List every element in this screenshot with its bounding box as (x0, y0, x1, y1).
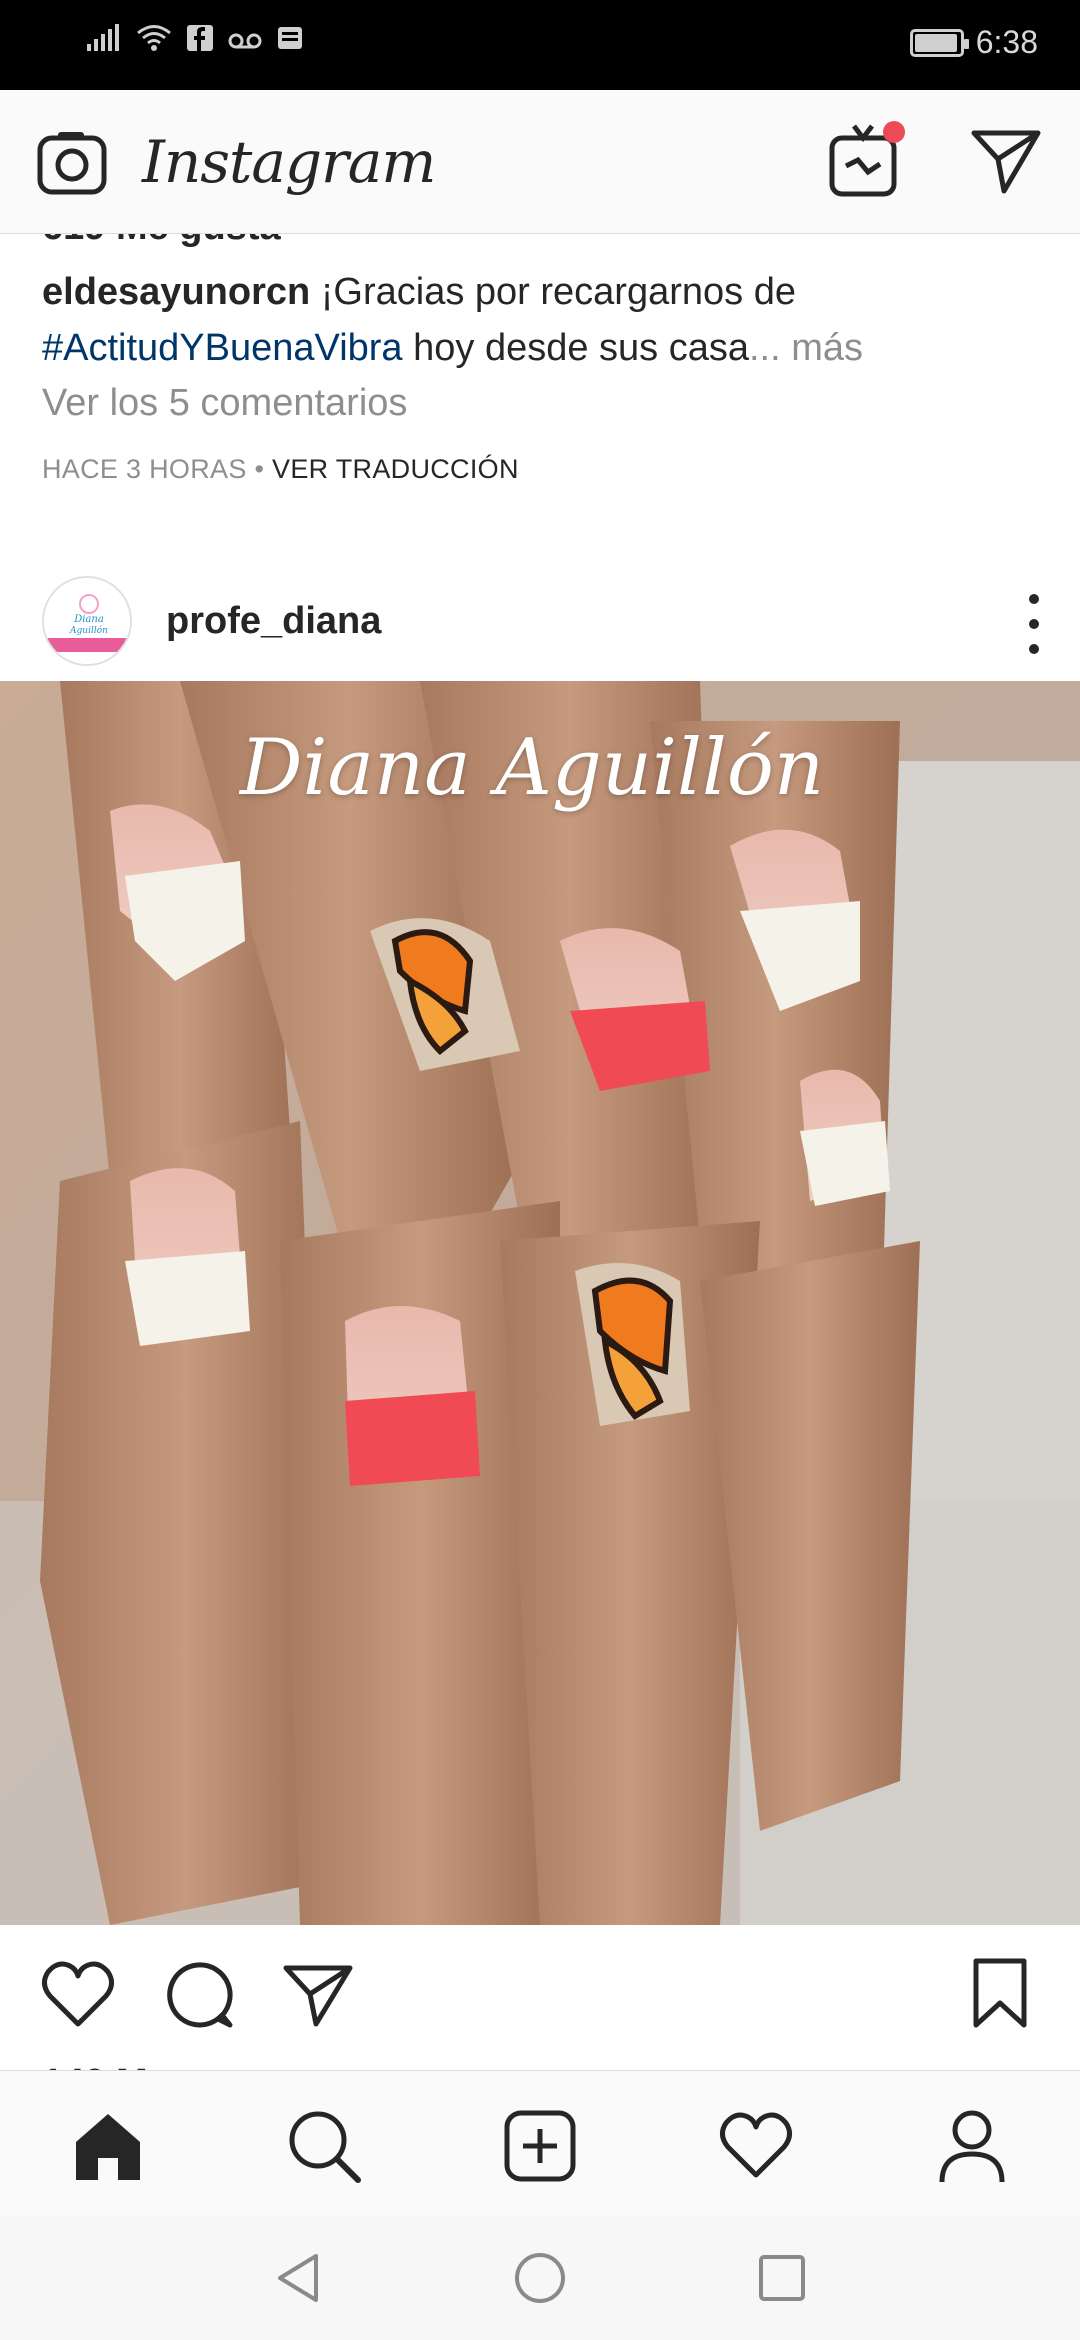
post-meta: HACE 3 HORAS • VER TRADUCCIÓN (42, 454, 519, 485)
post-caption: eldesayunorcn ¡Gracias por recargarnos d… (42, 264, 1042, 376)
camera-button[interactable] (32, 122, 112, 202)
heart-icon (720, 2112, 792, 2178)
add-post-icon (504, 2110, 576, 2182)
instagram-logo: Instagram (142, 128, 436, 196)
bookmark-icon (973, 1958, 1027, 2028)
time-ago: HACE 3 HORAS (42, 454, 247, 484)
nav-activity[interactable] (708, 2101, 804, 2191)
dot-icon (1029, 644, 1039, 654)
send-icon (283, 1965, 353, 2027)
more-options-button[interactable] (1024, 594, 1044, 654)
igtv-icon (829, 121, 905, 197)
caption-username[interactable]: eldesayunorcn (42, 271, 310, 313)
dot-icon (1029, 594, 1039, 604)
system-recents-button[interactable] (750, 2246, 814, 2310)
nails-photo (0, 681, 1080, 1925)
caption-rest: hoy desde sus casa (402, 327, 749, 369)
comment-icon (167, 1962, 233, 2028)
status-time: 6:38 (975, 24, 1038, 60)
top-app-bar: Instagram (0, 90, 1080, 234)
meta-separator: • (246, 454, 273, 484)
post-image[interactable]: Diana Aguillón (0, 681, 1080, 1925)
feed[interactable]: 619 Me gusta eldesayunorcn ¡Gracias por … (0, 234, 1080, 2070)
square-recents-icon (759, 2255, 805, 2301)
bottom-navigation (0, 2070, 1080, 2216)
message-icon (278, 27, 302, 49)
post-username[interactable]: profe_diana (166, 600, 381, 643)
caption-text: ¡Gracias por recargarnos de (310, 271, 796, 313)
home-icon (76, 2114, 140, 2180)
nav-home[interactable] (60, 2101, 156, 2191)
direct-messages-button[interactable] (966, 120, 1046, 200)
status-bar: 6:38 (0, 0, 1080, 90)
voicemail-icon (228, 33, 262, 49)
image-watermark: Diana Aguillón (240, 723, 825, 813)
battery-icon (909, 28, 969, 57)
share-button[interactable] (276, 1953, 360, 2037)
dot-icon (1029, 619, 1039, 629)
send-icon (971, 130, 1041, 194)
igtv-button[interactable] (824, 118, 908, 202)
avatar-logo: Diana Aguillón (44, 578, 130, 664)
nav-new-post[interactable] (492, 2101, 588, 2191)
caption-hashtag[interactable]: #ActitudYBuenaVibra (42, 327, 403, 369)
system-home-button[interactable] (508, 2246, 572, 2310)
status-icons-left (86, 24, 304, 52)
likes-count[interactable]: 619 Me gusta (42, 234, 281, 249)
camera-icon (37, 132, 107, 195)
svg-text:Aguillón: Aguillón (69, 625, 108, 636)
save-button[interactable] (958, 1951, 1042, 2035)
signal-icon (87, 24, 119, 51)
next-likes-count[interactable]: 140 Me gusta (42, 2062, 281, 2070)
view-comments-link[interactable]: Ver los 5 comentarios (42, 382, 407, 425)
search-icon (289, 2111, 361, 2183)
see-translation-link[interactable]: VER TRADUCCIÓN (272, 454, 519, 484)
system-navigation-bar (0, 2216, 1080, 2340)
nav-profile[interactable] (924, 2101, 1020, 2191)
status-icons-right: 6:38 (909, 24, 1038, 61)
nav-search[interactable] (276, 2101, 372, 2191)
svg-text:Diana: Diana (73, 614, 104, 625)
wifi-icon (137, 25, 171, 51)
caption-more-link[interactable]: ... más (749, 327, 863, 369)
avatar[interactable]: Diana Aguillón (42, 576, 132, 666)
facebook-icon (187, 25, 213, 51)
comment-button[interactable] (156, 1953, 240, 2037)
heart-icon (42, 1961, 114, 2027)
circle-home-icon (515, 2253, 565, 2303)
system-back-button[interactable] (266, 2246, 330, 2310)
post-actions (0, 1925, 1080, 2065)
like-button[interactable] (36, 1953, 120, 2037)
back-icon (278, 2254, 318, 2302)
post-header: Diana Aguillón profe_diana (0, 554, 1080, 694)
profile-icon (939, 2110, 1005, 2183)
